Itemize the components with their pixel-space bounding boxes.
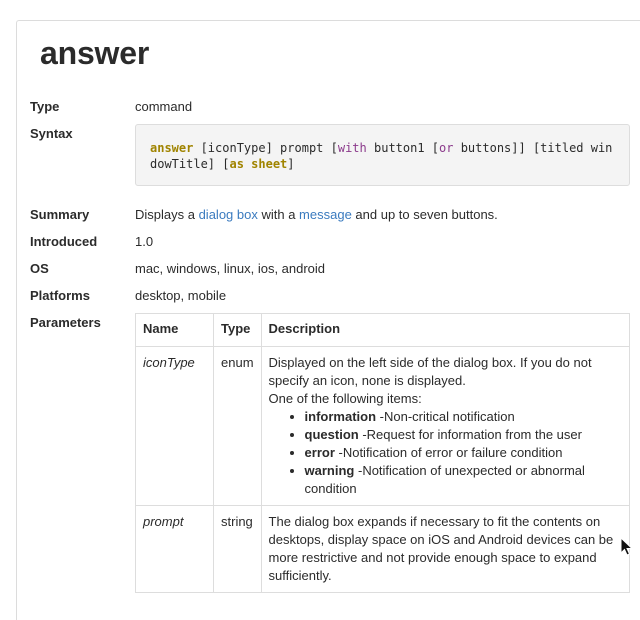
description-text: Displayed on the left side of the dialog… xyxy=(268,355,592,388)
param-description: The dialog box expands if necessary to f… xyxy=(260,505,631,593)
syntax-part: answer xyxy=(150,141,194,155)
param-name: prompt xyxy=(135,505,214,593)
syntax-part: button1 [ xyxy=(366,141,440,155)
introduced-value: 1.0 xyxy=(135,234,154,249)
header-name: Name xyxy=(135,313,214,347)
os-value: mac, windows, linux, ios, android xyxy=(135,261,326,276)
parameters-label: Parameters xyxy=(30,315,101,330)
items-intro: One of the following items: xyxy=(268,391,422,406)
param-description: Displayed on the left side of the dialog… xyxy=(260,346,631,506)
type-label: Type xyxy=(30,99,60,114)
summary-text: and up to seven buttons. xyxy=(351,207,498,222)
syntax-part: or xyxy=(439,141,454,155)
item-term: information xyxy=(304,409,377,424)
header-type: Type xyxy=(213,313,262,347)
type-value: command xyxy=(135,99,193,114)
summary-value: Displays a dialog box with a message and… xyxy=(135,207,498,222)
os-label: OS xyxy=(30,261,49,276)
syntax-label: Syntax xyxy=(30,126,73,141)
summary-text: with a xyxy=(257,207,300,222)
item-text: -Notification of error or failure condit… xyxy=(334,445,563,460)
item-term: error xyxy=(304,445,335,460)
item-text: -Non-critical notification xyxy=(376,409,515,424)
dialog-box-link[interactable]: dialog box xyxy=(199,207,258,222)
syntax-part: ] xyxy=(287,157,295,171)
header-description: Description xyxy=(260,313,631,347)
message-link[interactable]: message xyxy=(299,207,352,222)
page-title: answer xyxy=(40,35,150,71)
parameters-table: Name Type Description iconType enum Disp… xyxy=(135,313,631,593)
param-name: iconType xyxy=(135,346,214,506)
item-term: question xyxy=(304,427,359,442)
mouse-pointer-icon xyxy=(620,537,634,556)
summary-text: Displays a xyxy=(135,207,199,222)
platforms-value: desktop, mobile xyxy=(135,288,227,303)
table-header-row: Name Type Description xyxy=(135,313,631,347)
table-row: prompt string The dialog box expands if … xyxy=(135,505,631,593)
platforms-label: Platforms xyxy=(30,288,90,303)
table-row: iconType enum Displayed on the left side… xyxy=(135,346,631,506)
item-text: -Request for information from the user xyxy=(358,427,582,442)
param-type: enum xyxy=(213,346,262,506)
introduced-label: Introduced xyxy=(30,234,98,249)
item-term: warning xyxy=(304,463,355,478)
syntax-part: [iconType] prompt [ xyxy=(193,141,338,155)
syntax-part: with xyxy=(337,141,367,155)
syntax-code-block: answer [iconType] prompt [with button1 [… xyxy=(135,124,630,186)
summary-label: Summary xyxy=(30,207,90,222)
param-type: string xyxy=(213,505,262,593)
list-item: error -Notification of error or failure … xyxy=(305,444,622,462)
list-item: question -Request for information from t… xyxy=(305,426,622,444)
list-item: warning -Notification of unexpected or a… xyxy=(305,462,622,498)
items-list: information -Non-critical notification q… xyxy=(269,408,622,498)
syntax-part: as sheet xyxy=(229,157,288,171)
list-item: information -Non-critical notification xyxy=(305,408,622,426)
